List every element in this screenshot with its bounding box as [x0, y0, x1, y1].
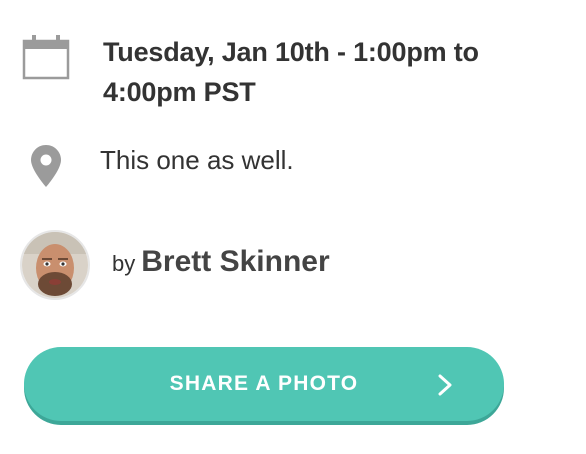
by-label: by [112, 251, 136, 276]
share-photo-label: SHARE A PHOTO [169, 372, 359, 395]
share-photo-button[interactable]: SHARE A PHOTO [24, 347, 504, 421]
author-byline: by Brett Skinner [112, 242, 330, 287]
event-date-row: Tuesday, Jan 10th - 1:00pm to 4:00pm PST [0, 28, 586, 118]
map-pin-icon [31, 145, 61, 187]
event-location: This one as well. [100, 145, 294, 175]
avatar-photo [22, 232, 88, 298]
chevron-right-icon [438, 374, 452, 396]
event-date-time: Tuesday, Jan 10th - 1:00pm to 4:00pm PST [103, 37, 479, 107]
calendar-icon [22, 35, 70, 80]
event-location-row: This one as well. [0, 138, 586, 194]
author-row: by Brett Skinner [0, 228, 586, 304]
author-name[interactable]: Brett Skinner [141, 245, 329, 278]
avatar[interactable] [20, 230, 90, 300]
